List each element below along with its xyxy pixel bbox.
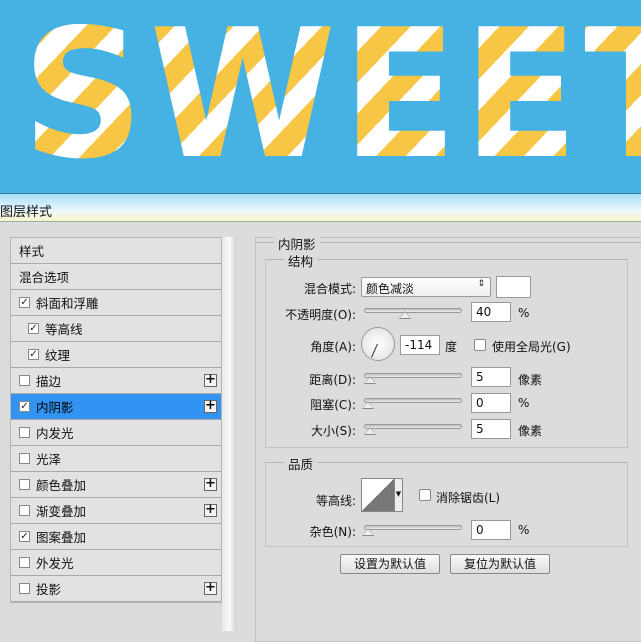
sidebar-item[interactable]: 外发光: [11, 550, 221, 576]
sidebar-item-label: 内阴影: [36, 400, 74, 415]
checkbox[interactable]: [19, 375, 30, 386]
sidebar-item[interactable]: ✓ 斜面和浮雕: [11, 290, 221, 316]
sidebar-item[interactable]: 样式: [11, 238, 221, 264]
checkbox[interactable]: ✓: [28, 323, 39, 334]
reset-default-button[interactable]: 复位为默认值: [450, 554, 550, 574]
antialias-checkbox[interactable]: [419, 489, 431, 501]
global-light-checkbox[interactable]: [474, 339, 486, 351]
sidebar-item-label: 描边: [36, 374, 62, 389]
sidebar-item-label: 混合选项: [19, 270, 70, 285]
sidebar-item-label: 样式: [19, 244, 45, 259]
add-icon[interactable]: +: [204, 503, 217, 517]
noise-input[interactable]: 0: [471, 520, 511, 540]
make-default-button[interactable]: 设置为默认值: [340, 554, 440, 574]
sidebar-item-label: 光泽: [36, 452, 62, 467]
checkbox[interactable]: [19, 427, 30, 438]
add-icon[interactable]: +: [204, 477, 217, 491]
sidebar-item[interactable]: ✓ 内阴影 +: [11, 394, 221, 420]
angle-unit: 度: [445, 340, 458, 354]
quality-title: 品质: [284, 454, 318, 473]
blend-mode-value: 颜色减淡: [366, 282, 415, 296]
shadow-color-swatch[interactable]: [496, 276, 531, 298]
contour-picker[interactable]: [361, 478, 395, 512]
styles-list: 样式 混合选项 ✓ 斜面和浮雕 ✓ 等高线 ✓ 纹理 描边 + ✓ 内阴影 + 内发光 光泽 颜色叠加 + 渐变叠…: [10, 237, 222, 603]
blend-mode-label: 混合模式:: [303, 282, 356, 296]
sidebar-item-label: 投影: [36, 582, 62, 597]
angle-input[interactable]: -114: [400, 335, 440, 355]
sidebar-item[interactable]: 光泽: [11, 446, 221, 472]
global-light-label: 使用全局光(G): [492, 340, 571, 354]
dialog-title-bar[interactable]: 图层样式: [0, 193, 641, 222]
sweet-text-art: SWEET: [22, 0, 641, 190]
add-icon[interactable]: +: [204, 373, 217, 387]
scrollbar[interactable]: [222, 237, 237, 631]
choke-label: 阻塞(C):: [310, 398, 356, 412]
noise-unit: %: [518, 523, 530, 537]
sidebar-item[interactable]: 渐变叠加 +: [11, 498, 221, 524]
angle-dial[interactable]: [361, 327, 395, 361]
sidebar-item-label: 斜面和浮雕: [36, 296, 99, 311]
add-icon[interactable]: +: [204, 581, 217, 595]
size-unit: 像素: [518, 424, 543, 438]
distance-unit: 像素: [518, 373, 543, 387]
sidebar-item[interactable]: 混合选项: [11, 264, 221, 290]
choke-slider[interactable]: [362, 398, 462, 409]
checkbox[interactable]: ✓: [28, 349, 39, 360]
size-input[interactable]: 5: [471, 419, 511, 439]
checkbox[interactable]: [19, 583, 30, 594]
sidebar-item[interactable]: 内发光: [11, 420, 221, 446]
noise-label: 杂色(N):: [309, 525, 356, 539]
contour-label: 等高线:: [315, 494, 356, 508]
size-slider[interactable]: [363, 424, 462, 435]
blend-mode-select[interactable]: 颜色减淡 ⇕: [361, 277, 491, 297]
sidebar-item-label: 内发光: [36, 426, 74, 441]
opacity-label: 不透明度(O):: [285, 308, 356, 322]
choke-input[interactable]: 0: [471, 393, 511, 413]
sidebar-item[interactable]: 描边 +: [11, 368, 221, 394]
checkbox[interactable]: ✓: [19, 297, 30, 308]
add-icon[interactable]: +: [204, 399, 217, 413]
antialias-label: 消除锯齿(L): [436, 491, 501, 505]
choke-unit: %: [518, 396, 530, 410]
slider-thumb[interactable]: [362, 401, 374, 409]
dialog-title: 图层样式: [0, 205, 53, 220]
slider-thumb[interactable]: [363, 376, 376, 384]
slider-thumb[interactable]: [363, 427, 376, 435]
opacity-slider[interactable]: [364, 308, 462, 319]
select-arrows-icon: ⇕: [477, 279, 485, 289]
sidebar-item[interactable]: ✓ 等高线: [11, 316, 221, 342]
size-label: 大小(S):: [310, 424, 356, 438]
checkbox[interactable]: [19, 557, 30, 568]
distance-input[interactable]: 5: [471, 367, 511, 387]
angle-label: 角度(A):: [310, 340, 356, 354]
opacity-unit: %: [518, 306, 530, 320]
sidebar-item[interactable]: 投影 +: [11, 576, 221, 602]
distance-label: 距离(D):: [309, 373, 356, 387]
contour-dropdown-arrow-icon[interactable]: ▼: [395, 478, 403, 512]
canvas-preview: SWEET: [0, 0, 641, 193]
checkbox[interactable]: [19, 505, 30, 516]
sidebar-item-label: 等高线: [45, 322, 83, 337]
noise-slider[interactable]: [362, 525, 462, 536]
opacity-input[interactable]: 40: [471, 302, 511, 322]
sidebar-item[interactable]: ✓ 纹理: [11, 342, 221, 368]
checkbox[interactable]: ✓: [19, 401, 30, 412]
inner-shadow-panel: 内阴影 结构 混合模式: 颜色减淡 ⇕ 不透明度(O): 40 % 角度(A):…: [255, 234, 641, 642]
sidebar-item-label: 外发光: [36, 556, 74, 571]
checkbox[interactable]: [19, 479, 30, 490]
sidebar-item[interactable]: 颜色叠加 +: [11, 472, 221, 498]
slider-thumb[interactable]: [398, 311, 411, 319]
sidebar-item-label: 图案叠加: [36, 530, 87, 545]
structure-title: 结构: [284, 251, 318, 270]
checkbox[interactable]: ✓: [19, 531, 30, 542]
sidebar-item-label: 渐变叠加: [36, 504, 87, 519]
sidebar-item-label: 颜色叠加: [36, 478, 87, 493]
sidebar-item[interactable]: ✓ 图案叠加: [11, 524, 221, 550]
sidebar-item-label: 纹理: [45, 348, 71, 363]
distance-slider[interactable]: [363, 373, 462, 384]
slider-thumb[interactable]: [362, 528, 374, 536]
checkbox[interactable]: [19, 453, 30, 464]
